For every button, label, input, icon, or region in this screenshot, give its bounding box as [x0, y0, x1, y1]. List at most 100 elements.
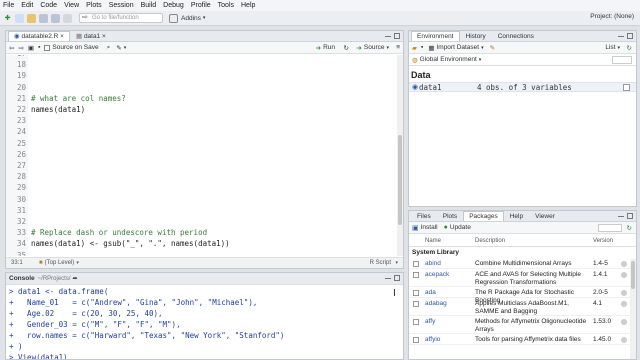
menu-session[interactable]: Session	[109, 2, 134, 9]
remove-package-icon[interactable]	[621, 301, 627, 307]
console-output[interactable]: > data1 <- data.frame(+ Name_01 = c("And…	[6, 285, 403, 359]
source-on-save-checkbox[interactable]	[44, 44, 51, 51]
package-name-link[interactable]: abind	[425, 260, 441, 267]
col-desc-header[interactable]: Description	[475, 238, 505, 244]
save-all-icon[interactable]	[51, 13, 60, 23]
print-icon[interactable]	[63, 13, 72, 23]
package-checkbox[interactable]	[413, 337, 419, 343]
package-name-link[interactable]: affy	[425, 318, 435, 325]
refresh-icon[interactable]: ↻	[627, 44, 632, 52]
code-line[interactable]: 24	[6, 127, 397, 137]
tab-history[interactable]: History	[460, 31, 492, 41]
package-name-link[interactable]: adabag	[425, 300, 447, 307]
grid-icon[interactable]	[169, 13, 178, 23]
menu-tools[interactable]: Tools	[218, 2, 234, 9]
tab-environment[interactable]: Environment	[411, 31, 460, 41]
back-icon[interactable]: ⇦	[9, 44, 14, 52]
code-line[interactable]: 32	[6, 217, 397, 227]
save-icon[interactable]	[39, 13, 48, 23]
save-icon[interactable]: ▪	[421, 44, 423, 51]
update-button[interactable]: ● Update	[444, 224, 471, 231]
menu-file[interactable]: File	[3, 2, 14, 9]
close-icon[interactable]: ×	[102, 33, 106, 40]
package-checkbox[interactable]	[413, 261, 419, 267]
remove-package-icon[interactable]	[621, 337, 627, 343]
package-checkbox[interactable]	[413, 290, 419, 296]
go-to-dir-icon[interactable]: ➦	[73, 275, 78, 282]
scope-selector[interactable]: (Top Level)	[45, 260, 75, 266]
remove-package-icon[interactable]	[621, 272, 627, 278]
col-name-header[interactable]: Name	[425, 238, 441, 244]
env-row-data1[interactable]: ◉ data1 4 obs. of 3 variables	[409, 82, 636, 92]
code-line[interactable]: 22 names(data1)	[6, 105, 397, 115]
import-dataset-button[interactable]: ▦ Import Dataset ▾	[428, 44, 483, 52]
source-button[interactable]: ➔ Source ▾	[356, 44, 389, 52]
menu-profile[interactable]: Profile	[191, 2, 211, 9]
code-line[interactable]: 28	[6, 172, 397, 182]
code-line[interactable]: 23	[6, 116, 397, 126]
install-button[interactable]: ▣ Install	[412, 224, 438, 232]
minimize-icon[interactable]	[618, 213, 624, 217]
editor-scrollbar[interactable]	[397, 55, 403, 256]
tab-connections[interactable]: Connections	[492, 31, 540, 41]
maximize-icon[interactable]	[394, 275, 400, 281]
scroll-thumb[interactable]	[398, 135, 402, 225]
tab-files[interactable]: Files	[411, 211, 437, 221]
menu-plots[interactable]: Plots	[86, 2, 102, 9]
forward-icon[interactable]: ⇨	[18, 44, 23, 52]
package-row[interactable]: affyio Tools for parsing Affymetrix data …	[409, 335, 630, 345]
package-name-link[interactable]: ada	[425, 289, 436, 296]
show-in-window-icon[interactable]: ▣	[28, 44, 34, 52]
menu-build[interactable]: Build	[141, 2, 157, 9]
package-search-input[interactable]	[598, 223, 622, 232]
package-row[interactable]: abind Combine Multidimensional Arrays 1.4-…	[409, 259, 630, 269]
code-line[interactable]: 18	[6, 60, 397, 70]
code-line[interactable]: 20	[6, 83, 397, 93]
tab-packages[interactable]: Packages	[463, 211, 504, 221]
maximize-icon[interactable]	[627, 213, 633, 219]
new-project-icon[interactable]	[15, 13, 24, 23]
code-line[interactable]: 26	[6, 150, 397, 160]
package-row[interactable]: affy Methods for Affymetrix Oligonucleoti…	[409, 317, 630, 334]
save-icon[interactable]: ▪	[38, 44, 40, 51]
package-row[interactable]: ada The R Package Ada for Stochastic Boos…	[409, 288, 630, 304]
code-line[interactable]: 27	[6, 161, 397, 171]
code-line[interactable]: 35	[6, 251, 397, 256]
broom-icon[interactable]: ✎	[490, 44, 495, 52]
minimize-icon[interactable]	[618, 33, 624, 37]
package-row[interactable]: adabag Applies Multiclass AdaBoost.M1, SA…	[409, 299, 630, 316]
col-version-header[interactable]: Version	[593, 238, 613, 244]
package-name-link[interactable]: affyio	[425, 336, 440, 343]
menu-debug[interactable]: Debug	[163, 2, 184, 9]
code-line[interactable]: 34 names(data1) <- gsub("_", ".", names(d…	[6, 239, 397, 249]
rerun-icon[interactable]: ↻	[344, 44, 349, 52]
env-search-input[interactable]	[612, 55, 632, 64]
tab-help[interactable]: Help	[504, 211, 529, 221]
view-table-icon[interactable]	[623, 84, 630, 91]
search-icon[interactable]: ⌕	[107, 44, 111, 52]
menu-edit[interactable]: Edit	[21, 2, 33, 9]
package-checkbox[interactable]	[413, 272, 419, 278]
tab-datatable2[interactable]: ◉ datatable2.R ×	[8, 31, 70, 41]
open-icon[interactable]: ▰	[412, 44, 417, 52]
file-type-selector[interactable]: R Script	[370, 260, 391, 266]
menu-view[interactable]: View	[64, 2, 79, 9]
minimize-icon[interactable]	[385, 275, 391, 279]
code-line[interactable]: 33 # Replace dash or undescore with perio…	[6, 228, 397, 238]
code-line[interactable]: 31	[6, 206, 397, 216]
minimize-icon[interactable]	[385, 33, 391, 37]
code-line[interactable]: 19	[6, 71, 397, 81]
run-button[interactable]: ➔ Run	[316, 44, 335, 52]
close-icon[interactable]: ×	[60, 33, 64, 40]
expand-icon[interactable]: ◉	[412, 83, 418, 91]
environment-scope-selector[interactable]: ◍ Global Environment ▾	[412, 56, 481, 64]
remove-package-icon[interactable]	[621, 319, 627, 325]
code-line[interactable]: 17	[6, 55, 397, 59]
remove-package-icon[interactable]	[621, 290, 627, 296]
new-file-icon[interactable]: ✚	[3, 14, 12, 23]
tab-viewer[interactable]: Viewer	[529, 211, 561, 221]
code-line[interactable]: 21 # what are col names?	[6, 94, 397, 104]
project-menu[interactable]: Project: (None)	[590, 13, 634, 20]
list-view-selector[interactable]: List ▾	[605, 44, 620, 51]
open-file-icon[interactable]	[27, 13, 36, 23]
